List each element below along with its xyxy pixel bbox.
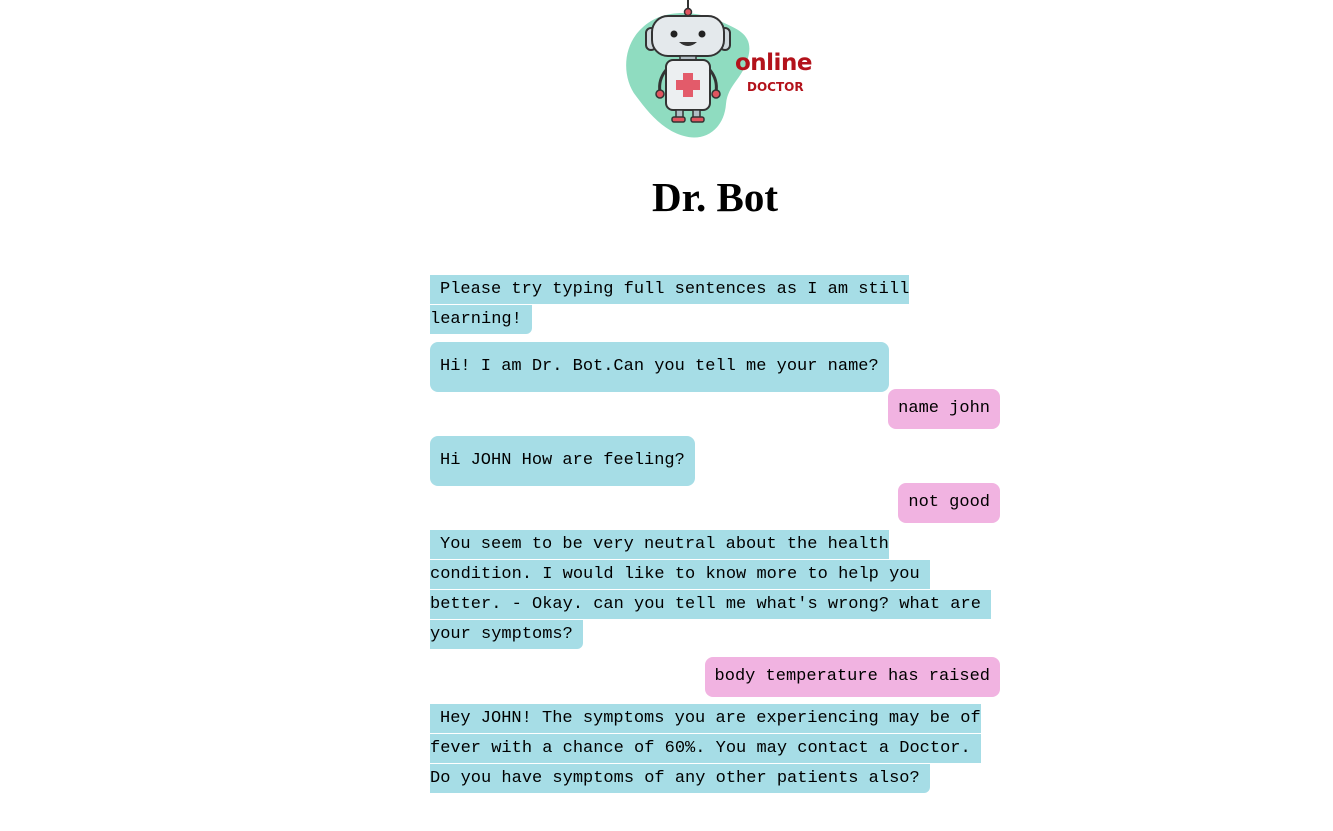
bot-message: Hi! I am Dr. Bot.Can you tell me your na… <box>430 342 1000 392</box>
bot-message-text: Please try typing full sentences as I am… <box>430 275 910 304</box>
user-message-bubble: body temperature has raised <box>704 657 1000 697</box>
message-line: Hey JOHN! The symptoms you are experienc… <box>430 704 1000 734</box>
message-line: fever with a chance of 60%. You may cont… <box>430 734 1000 764</box>
user-message-bubble: not good <box>898 483 1000 523</box>
user-message: name john <box>430 389 1000 429</box>
bot-message-text: You seem to be very neutral about the he… <box>430 530 889 559</box>
online-doctor-logo: online DOCTOR <box>622 0 812 142</box>
logo-word-online: online <box>735 50 812 76</box>
bot-message-text: learning! <box>430 305 532 334</box>
bot-message-bubble: Hi! I am Dr. Bot.Can you tell me your na… <box>430 342 889 392</box>
bot-message-text: Hey JOHN! The symptoms you are experienc… <box>430 704 981 733</box>
bot-message-text: Do you have symptoms of any other patien… <box>430 764 930 793</box>
bot-message-bubble: Hi JOHN How are feeling? <box>430 436 695 486</box>
message-line: condition. I would like to know more to … <box>430 560 1000 590</box>
bot-message: Please try typing full sentences as I am… <box>430 275 1000 335</box>
message-line: your symptoms? <box>430 620 1000 650</box>
message-line: learning! <box>430 305 1000 335</box>
message-line: better. - Okay. can you tell me what's w… <box>430 590 1000 620</box>
page-title: Dr. Bot <box>651 174 779 220</box>
user-message: not good <box>430 483 1000 523</box>
bot-message-text: better. - Okay. can you tell me what's w… <box>430 590 991 619</box>
bot-message-text: your symptoms? <box>430 620 583 649</box>
logo-word-doctor: DOCTOR <box>747 80 804 94</box>
bot-message: You seem to be very neutral about the he… <box>430 530 1000 650</box>
bot-message: Hey JOHN! The symptoms you are experienc… <box>430 704 1000 794</box>
message-line: Please try typing full sentences as I am… <box>430 275 1000 305</box>
bot-message-text: fever with a chance of 60%. You may cont… <box>430 734 981 763</box>
user-message: body temperature has raised <box>430 657 1000 697</box>
user-message-bubble: name john <box>888 389 1000 429</box>
chat-log: Please try typing full sentences as I am… <box>430 275 1000 801</box>
message-line: You seem to be very neutral about the he… <box>430 530 1000 560</box>
message-line: Do you have symptoms of any other patien… <box>430 764 1000 794</box>
bot-message: Hi JOHN How are feeling? <box>430 436 1000 486</box>
bot-message-text: condition. I would like to know more to … <box>430 560 930 589</box>
